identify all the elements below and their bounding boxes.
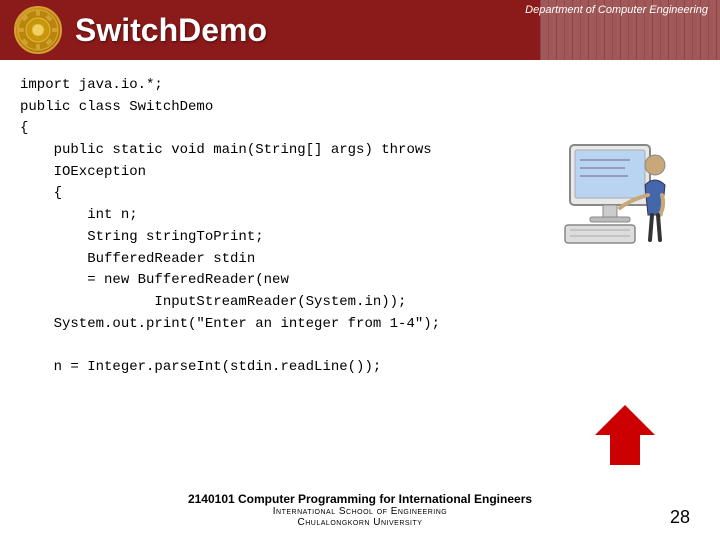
code-line-2: public class SwitchDemo — [20, 97, 700, 119]
dept-label: Department of Computer Engineering — [525, 4, 708, 16]
main-content: import java.io.*; public class SwitchDem… — [0, 60, 720, 389]
code-line-3: { — [20, 118, 700, 140]
computer-illustration — [540, 140, 680, 270]
logo — [10, 3, 65, 58]
footer: 2140101 Computer Programming for Interna… — [0, 492, 720, 528]
footer-course: 2140101 Computer Programming for Interna… — [0, 492, 720, 506]
logo-circle — [14, 6, 62, 54]
code-line-14: n = Integer.parseInt(stdin.readLine()); — [20, 357, 700, 379]
top-bar: SwitchDemo Department of Computer Engine… — [0, 0, 720, 60]
code-line-1: import java.io.*; — [20, 75, 700, 97]
computer-svg — [540, 140, 680, 270]
slide-title: SwitchDemo — [75, 12, 267, 49]
code-line-12: System.out.print("Enter an integer from … — [20, 314, 700, 336]
code-line-13 — [20, 335, 700, 357]
footer-school: International School of Engineering — [0, 506, 720, 517]
footer-university: Chulalongkorn University — [0, 517, 720, 528]
red-arrow-indicator — [590, 400, 660, 470]
code-line-10: = new BufferedReader(new — [20, 270, 700, 292]
page-number: 28 — [670, 507, 690, 528]
code-line-11: InputStreamReader(System.in)); — [20, 292, 700, 314]
